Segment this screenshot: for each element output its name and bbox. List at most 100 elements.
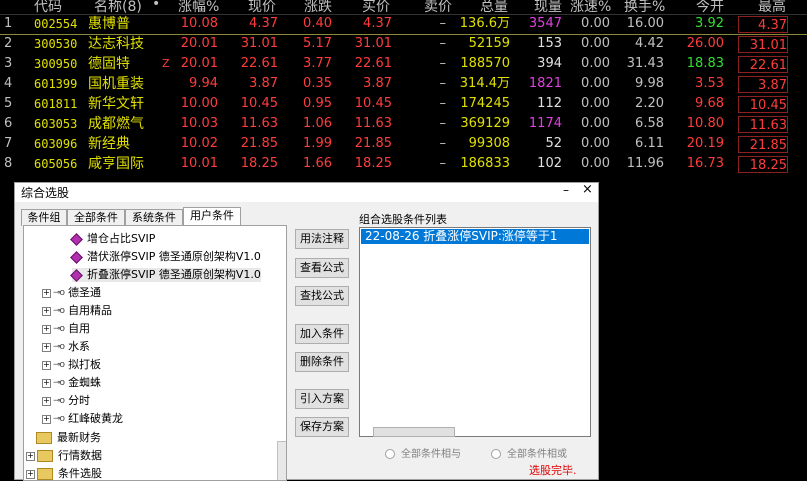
link-icon: ⊸o	[53, 342, 65, 352]
expand-icon[interactable]: +	[42, 288, 51, 298]
bid-price: 3.87	[363, 76, 392, 91]
change-speed: 0.00	[581, 136, 610, 151]
table-row[interactable]: 8 605056 咸亨国际 10.01 18.25 1.66 18.25 –186833 102…	[0, 154, 807, 174]
stock-name: 国机重装	[88, 76, 144, 92]
tree-item-folder[interactable]: + 条件选股	[26, 467, 102, 480]
link-icon: ⊸o	[53, 414, 65, 424]
ask-price: –	[439, 156, 447, 171]
current-price: 11.63	[240, 116, 278, 131]
tab-condition-group[interactable]: 条件组	[21, 209, 67, 226]
expand-icon[interactable]: +	[26, 469, 35, 479]
expand-icon[interactable]: +	[42, 306, 51, 316]
usage-notes-button[interactable]: 用法注释	[295, 229, 349, 249]
save-scheme-button[interactable]: 保存方案	[295, 417, 349, 437]
tree-item-group[interactable]: + ⊸o 红峰破黄龙	[42, 412, 123, 426]
change-percent: 10.02	[180, 136, 218, 151]
table-row[interactable]: 6 603053 成都燃气 10.03 11.63 1.06 11.63 –369129 117…	[0, 114, 807, 134]
change-percent: 10.03	[180, 116, 218, 131]
tree-item-group[interactable]: + ⊸o 自用	[42, 322, 90, 336]
expand-icon[interactable]: +	[42, 378, 51, 388]
tree-item-formula[interactable]: 潜伏涨停SVIP 德圣通原创架构V1.0	[70, 250, 261, 264]
tab-system-conditions[interactable]: 系统条件	[125, 209, 183, 226]
table-row[interactable]: 3 300950 德固特 Z 20.01 22.61 3.77 22.61 –188570 394…	[0, 54, 807, 74]
tree-item-folder[interactable]: + 行情数据	[26, 449, 102, 463]
find-formula-button[interactable]: 查找公式	[295, 286, 349, 306]
turnover-rate: 9.98	[635, 76, 664, 91]
table-row[interactable]: 5 601811 新华文轩 10.00 10.45 0.95 10.45 –174245 112…	[0, 94, 807, 114]
condition-list-item[interactable]: 22-08-26 折叠涨停SVIP:涨停等于1	[361, 229, 589, 244]
turnover-rate: 2.20	[635, 96, 664, 111]
dialog-title: 综合选股	[21, 186, 70, 200]
high-price: 3.87	[738, 76, 788, 93]
expand-icon[interactable]: +	[42, 396, 51, 406]
tab-user-conditions[interactable]: 用户条件	[183, 207, 241, 227]
view-formula-button[interactable]: 查看公式	[295, 258, 349, 278]
formula-tree[interactable]: 增仓占比SVIP 潜伏涨停SVIP 德圣通原创架构V1.0 折叠涨停SVIP 德…	[23, 225, 287, 481]
tree-item-group[interactable]: + ⊸o 自用精品	[42, 304, 112, 318]
condition-list[interactable]: 22-08-26 折叠涨停SVIP:涨停等于1	[359, 227, 591, 437]
tree-item-group[interactable]: + ⊸o 拟打板	[42, 358, 101, 372]
tree-item-group[interactable]: + ⊸o 德圣通	[42, 286, 101, 300]
tree-item-group[interactable]: + ⊸o 分时	[42, 394, 90, 408]
tree-item-folder[interactable]: 最新财务	[36, 431, 101, 445]
expand-icon[interactable]: +	[42, 360, 51, 370]
change-percent: 10.00	[180, 96, 218, 111]
radio-and[interactable]: 全部条件相与	[385, 445, 461, 460]
import-scheme-button[interactable]: 引入方案	[295, 389, 349, 409]
bid-price: 31.01	[354, 36, 392, 51]
add-condition-button[interactable]: 加入条件	[295, 324, 349, 344]
expand-icon[interactable]: +	[26, 451, 35, 461]
high-price: 11.63	[738, 116, 788, 133]
table-row[interactable]: 7 603096 新经典 10.02 21.85 1.99 21.85 – 99308 52 0.0…	[0, 134, 807, 154]
tab-all-conditions[interactable]: 全部条件	[67, 209, 125, 226]
tree-item-group[interactable]: + ⊸o 水系	[42, 340, 90, 354]
link-icon: ⊸o	[53, 288, 65, 298]
open-price: 10.80	[686, 116, 724, 131]
stock-name: 德固特	[88, 56, 130, 72]
table-row[interactable]: 2 300530 达志科技 20.01 31.01 5.17 31.01 – 52159 153 0…	[0, 34, 807, 54]
expand-icon[interactable]: +	[42, 414, 51, 424]
row-marker: Z	[162, 57, 170, 70]
radio-or[interactable]: 全部条件相或	[491, 445, 567, 460]
link-icon: ⊸o	[53, 378, 65, 388]
dialog-titlebar[interactable]: 综合选股 – ×	[15, 182, 598, 202]
minimize-button[interactable]: –	[563, 183, 569, 197]
price-change: 3.77	[303, 56, 332, 71]
stock-code: 605056	[34, 157, 78, 171]
change-speed: 0.00	[581, 116, 610, 131]
open-price: 20.19	[686, 136, 724, 151]
tree-scrollbar[interactable]	[277, 441, 286, 480]
total-volume: 369129	[460, 116, 510, 131]
stock-screener-dialog: 综合选股 – × 条件组 全部条件 系统条件 用户条件 增仓占比SVIP 潜伏涨…	[14, 182, 599, 481]
tree-item-group[interactable]: + ⊸o 金蜘蛛	[42, 376, 101, 390]
current-price: 31.01	[240, 36, 278, 51]
tree-item-formula-selected[interactable]: 折叠涨停SVIP 德圣通原创架构V1.0	[70, 268, 261, 282]
price-change: 1.06	[303, 116, 332, 131]
list-scrollbar[interactable]	[373, 427, 455, 437]
ask-price: –	[439, 96, 447, 111]
high-price: 4.37	[738, 16, 788, 33]
total-volume: 52159	[468, 36, 510, 51]
current-price: 4.37	[249, 16, 278, 31]
tree-item-formula[interactable]: 增仓占比SVIP	[70, 232, 155, 246]
expand-icon[interactable]: +	[42, 342, 51, 352]
col-marker: •	[152, 0, 161, 12]
change-speed: 0.00	[581, 156, 610, 171]
bid-price: 11.63	[354, 116, 392, 131]
current-volume: 1174	[528, 116, 562, 131]
high-price: 22.61	[738, 56, 788, 73]
open-price: 9.68	[695, 96, 724, 111]
stock-code: 601399	[34, 77, 78, 91]
expand-icon[interactable]: +	[42, 324, 51, 334]
stock-code: 300530	[34, 37, 78, 51]
table-row[interactable]: 1 002554 惠博普 10.08 4.37 0.40 4.37 –136.6万 3547 0.…	[0, 14, 807, 35]
delete-condition-button[interactable]: 删除条件	[295, 352, 349, 372]
table-row[interactable]: 4 601399 国机重装 9.94 3.87 0.35 3.87 –314.4万 1821 0.…	[0, 74, 807, 94]
ask-price: –	[439, 76, 447, 91]
price-change: 0.40	[303, 16, 332, 31]
row-index: 4	[4, 76, 13, 91]
change-speed: 0.00	[581, 36, 610, 51]
current-volume: 394	[537, 56, 562, 71]
row-index: 7	[4, 136, 13, 151]
close-button[interactable]: ×	[582, 182, 593, 197]
